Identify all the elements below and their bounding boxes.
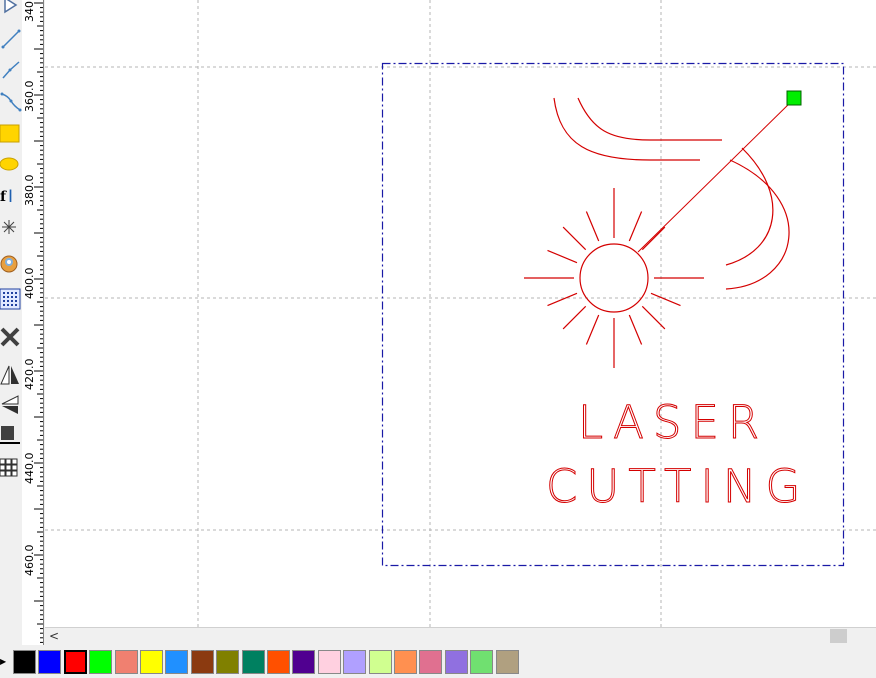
vertical-ruler: 340 360.0 380.0 400.0 420.0 440.0 460.0 bbox=[22, 0, 44, 645]
array-grid-icon[interactable] bbox=[0, 456, 22, 478]
sun-ray bbox=[562, 226, 587, 251]
scroll-left-icon[interactable]: < bbox=[49, 628, 59, 644]
palette-swatch[interactable] bbox=[216, 650, 240, 674]
design-text-line2[interactable]: CUTTING bbox=[546, 460, 809, 514]
sun-ray bbox=[547, 292, 578, 307]
align-icon[interactable] bbox=[0, 424, 22, 446]
delete-icon[interactable] bbox=[0, 326, 22, 348]
sun-ray bbox=[628, 211, 643, 242]
palette-swatch[interactable] bbox=[368, 650, 392, 674]
mirror-horizontal-icon[interactable] bbox=[0, 364, 22, 386]
design-text-line1[interactable]: LASER bbox=[578, 396, 768, 450]
horizontal-scrollbar[interactable]: < bbox=[45, 627, 876, 644]
sun-ray bbox=[547, 249, 578, 264]
palette-swatch[interactable] bbox=[267, 650, 290, 674]
palette-swatch[interactable] bbox=[165, 650, 189, 674]
svg-text:I: I bbox=[8, 187, 13, 206]
ruler-label: 440.0 bbox=[23, 452, 36, 485]
ruler-label: 460.0 bbox=[23, 544, 36, 577]
palette-swatch[interactable] bbox=[394, 650, 417, 674]
ruler-label: 420.0 bbox=[23, 358, 36, 391]
palette-arrow-icon[interactable]: ▶ bbox=[0, 657, 6, 666]
palette-swatch[interactable] bbox=[13, 650, 36, 674]
drawing-canvas[interactable]: LASER CUTTING bbox=[45, 0, 876, 627]
tool-bar: fI bbox=[0, 0, 22, 645]
ruler-label: 380.0 bbox=[23, 174, 36, 207]
palette-swatch[interactable] bbox=[317, 650, 341, 674]
palette-swatch[interactable] bbox=[190, 650, 214, 674]
laser-logo-artwork[interactable] bbox=[524, 97, 790, 368]
scroll-thumb[interactable] bbox=[830, 629, 847, 643]
sun-ray bbox=[650, 292, 681, 307]
palette-swatch[interactable] bbox=[495, 650, 519, 674]
palette-swatch[interactable] bbox=[343, 650, 367, 674]
ruler-label: 360.0 bbox=[23, 80, 36, 113]
rectangle-tool-icon[interactable] bbox=[0, 122, 22, 144]
sun-ray bbox=[585, 314, 600, 345]
image-tool-icon[interactable] bbox=[0, 253, 22, 275]
svg-text:f: f bbox=[0, 189, 7, 205]
palette-swatch[interactable] bbox=[140, 650, 163, 674]
palette-swatch[interactable] bbox=[63, 650, 87, 674]
grid-lines bbox=[45, 0, 876, 627]
palette-swatch[interactable] bbox=[292, 650, 316, 674]
palette-swatch[interactable] bbox=[470, 650, 494, 674]
raster-grid-icon[interactable] bbox=[0, 288, 22, 310]
sun-ray bbox=[641, 226, 666, 251]
palette-swatch[interactable] bbox=[419, 650, 443, 674]
polyline-tool-icon[interactable] bbox=[0, 59, 22, 81]
select-pointer-icon[interactable] bbox=[0, 0, 22, 16]
palette-swatch[interactable] bbox=[38, 650, 62, 674]
sun-ray bbox=[628, 314, 643, 345]
mirror-vertical-icon[interactable] bbox=[0, 394, 22, 416]
bezier-tool-icon[interactable] bbox=[0, 90, 22, 112]
sun-ray bbox=[641, 305, 666, 330]
ruler-label: 400.0 bbox=[23, 267, 36, 300]
sun-ray bbox=[585, 211, 600, 242]
sun-ray bbox=[562, 305, 587, 330]
palette-swatch[interactable] bbox=[241, 650, 265, 674]
line-tool-icon[interactable] bbox=[0, 28, 22, 50]
text-tool-icon[interactable]: fI bbox=[0, 184, 22, 206]
ellipse-tool-icon[interactable] bbox=[0, 153, 22, 175]
palette-swatch[interactable] bbox=[444, 650, 468, 674]
palette-swatch[interactable] bbox=[114, 650, 138, 674]
selection-handle[interactable] bbox=[786, 90, 802, 106]
star-tool-icon[interactable] bbox=[0, 216, 22, 238]
palette-swatch[interactable] bbox=[89, 650, 113, 674]
canvas-svg: LASER CUTTING bbox=[45, 0, 876, 627]
color-palette: ▶ bbox=[0, 645, 876, 678]
ruler-label: 340 bbox=[23, 1, 36, 22]
